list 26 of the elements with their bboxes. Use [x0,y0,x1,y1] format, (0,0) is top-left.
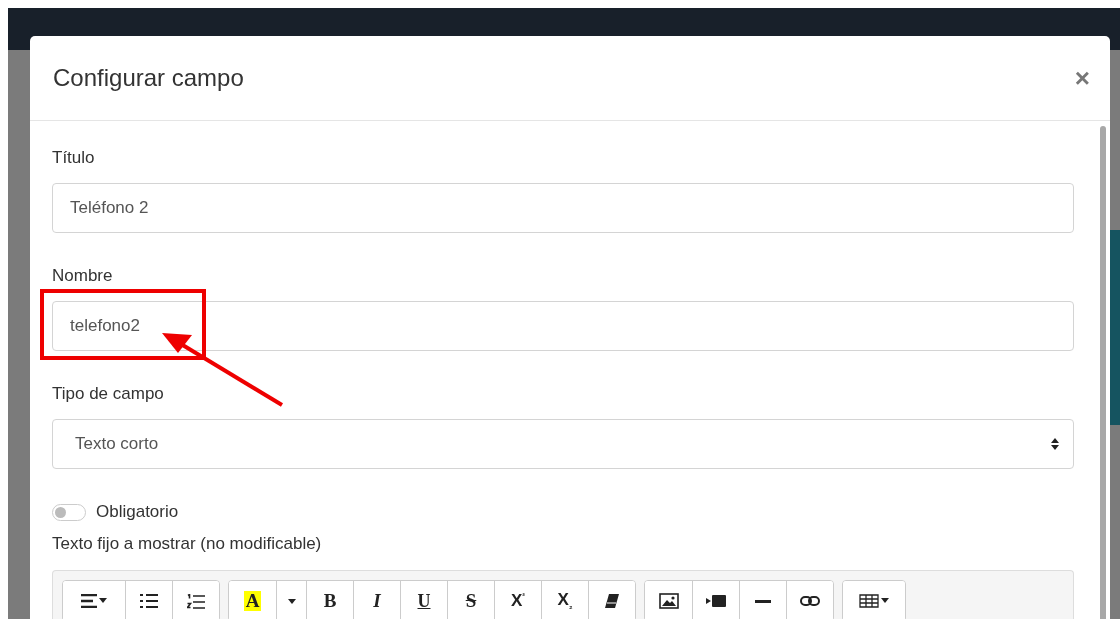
bullet-list-icon [140,594,158,608]
text-input[interactable]: Teléfono 2 [52,183,1074,233]
link-button[interactable] [786,581,833,619]
numbered-list-button[interactable] [172,581,219,619]
eraser-icon [605,594,619,608]
editor-label: Texto fijo a mostrar (no modificable) [52,534,323,554]
align-icon [81,594,107,608]
scrollbar[interactable] [1100,126,1106,619]
updown-arrow-icon [1051,438,1059,450]
field-label: Tipo de campo [52,384,165,404]
field-label: Título [52,148,96,168]
table-icon [859,594,889,608]
table-button[interactable] [843,581,905,619]
text-input[interactable]: telefono2 [52,301,1074,351]
toggle-switch[interactable] [52,503,86,521]
field-label: Nombre [52,266,114,286]
link-icon [800,596,820,606]
dialog-title: Configurar campo [53,64,244,92]
caret-icon [287,598,296,604]
video-icon [706,595,726,607]
select-dropdown[interactable]: Texto corto [52,419,1074,469]
toggle-label: Obligatorio [96,502,179,522]
close-button[interactable]: × [1074,65,1090,91]
image-icon [658,593,679,609]
eraser-button[interactable] [588,581,635,619]
numbered-list-icon [187,593,205,609]
